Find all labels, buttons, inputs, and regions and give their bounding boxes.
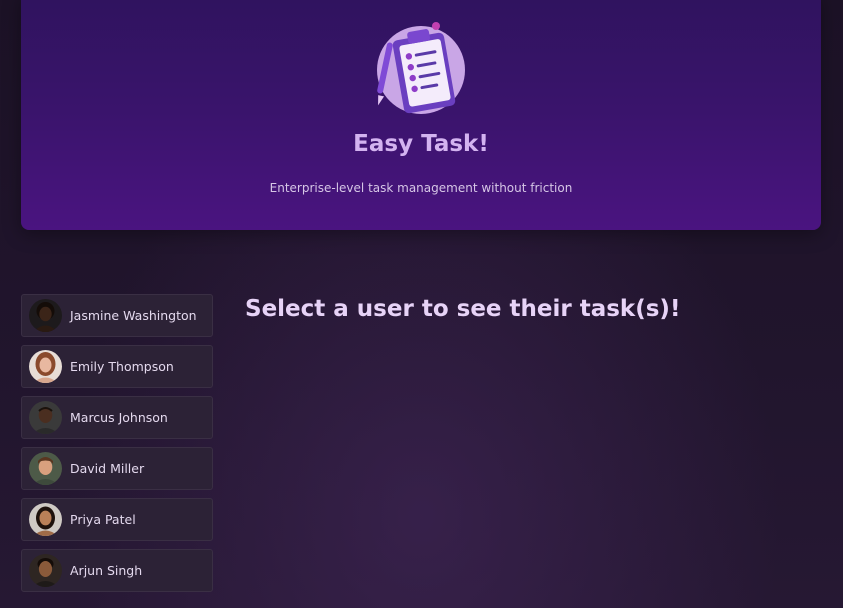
user-item-emily-thompson[interactable]: Emily Thompson [21, 345, 213, 388]
user-name: Emily Thompson [70, 359, 174, 374]
avatar [29, 554, 62, 587]
avatar [29, 503, 62, 536]
clipboard-checklist-icon [376, 18, 468, 114]
user-item-marcus-johnson[interactable]: Marcus Johnson [21, 396, 213, 439]
user-item-priya-patel[interactable]: Priya Patel [21, 498, 213, 541]
app-subtitle: Enterprise-level task management without… [269, 181, 573, 195]
user-name: Arjun Singh [70, 563, 143, 578]
user-item-jasmine-washington[interactable]: Jasmine Washington [21, 294, 213, 337]
user-item-arjun-singh[interactable]: Arjun Singh [21, 549, 213, 592]
app-header: Easy Task! Enterprise-level task managem… [21, 0, 821, 230]
avatar [29, 452, 62, 485]
avatar [29, 401, 62, 434]
user-item-david-miller[interactable]: David Miller [21, 447, 213, 490]
user-name: Marcus Johnson [70, 410, 168, 425]
app-title: Easy Task! [353, 131, 489, 157]
user-name: Priya Patel [70, 512, 136, 527]
select-user-prompt: Select a user to see their task(s)! [245, 296, 681, 322]
avatar [29, 350, 62, 383]
user-list: Jasmine Washington Emily Thompson Marcus… [21, 294, 213, 600]
user-name: Jasmine Washington [70, 308, 197, 323]
user-name: David Miller [70, 461, 145, 476]
avatar [29, 299, 62, 332]
